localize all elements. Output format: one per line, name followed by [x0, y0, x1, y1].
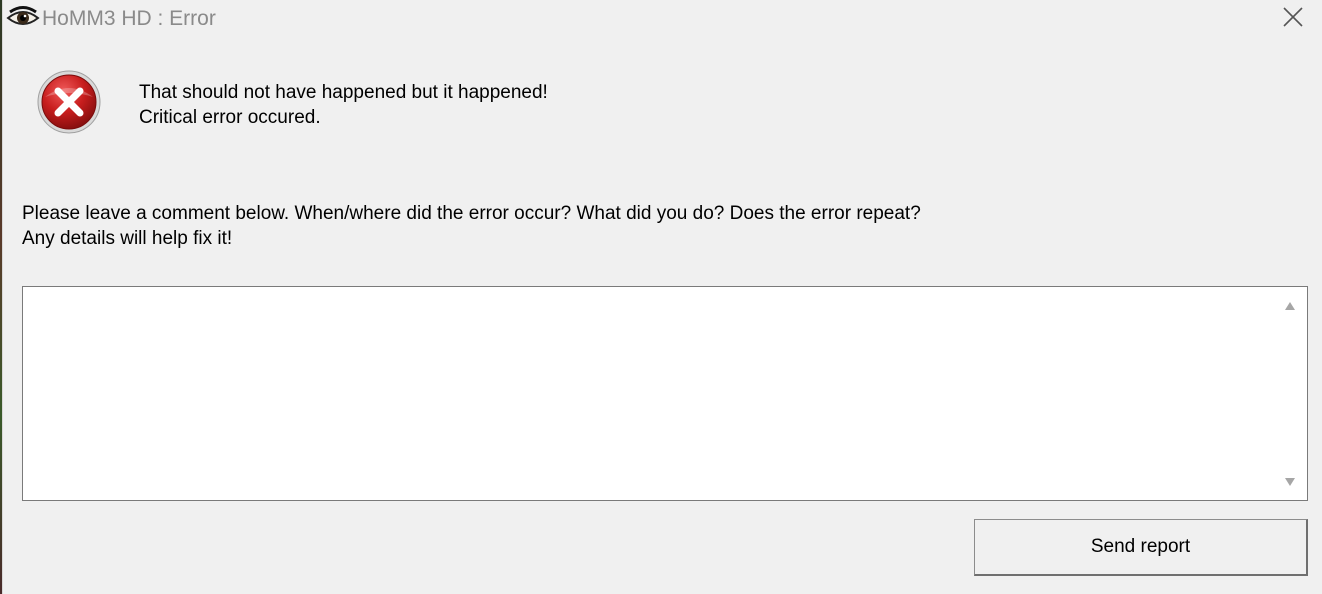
- close-icon: [1282, 6, 1304, 33]
- close-button[interactable]: [1264, 0, 1322, 38]
- comment-scrollbar[interactable]: [1273, 287, 1307, 500]
- send-report-button[interactable]: Send report: [974, 519, 1308, 576]
- instructions-line1: Please leave a comment below. When/where…: [22, 203, 921, 224]
- scroll-down-icon[interactable]: [1283, 475, 1297, 489]
- error-message-line2: Critical error occured.: [139, 107, 321, 128]
- error-message-line1: That should not have happened but it hap…: [139, 82, 548, 103]
- instructions-line2: Any details will help fix it!: [22, 228, 233, 249]
- eye-icon: [6, 5, 40, 31]
- scroll-up-icon[interactable]: [1283, 299, 1297, 313]
- window-title: HoMM3 HD : Error: [42, 7, 216, 30]
- comment-box: [22, 286, 1308, 501]
- title-bar[interactable]: HoMM3 HD : Error: [3, 0, 1322, 40]
- comment-input[interactable]: [23, 287, 1273, 500]
- error-dialog: HoMM3 HD : Error That should not have ha…: [2, 0, 1322, 594]
- error-icon: [36, 69, 102, 135]
